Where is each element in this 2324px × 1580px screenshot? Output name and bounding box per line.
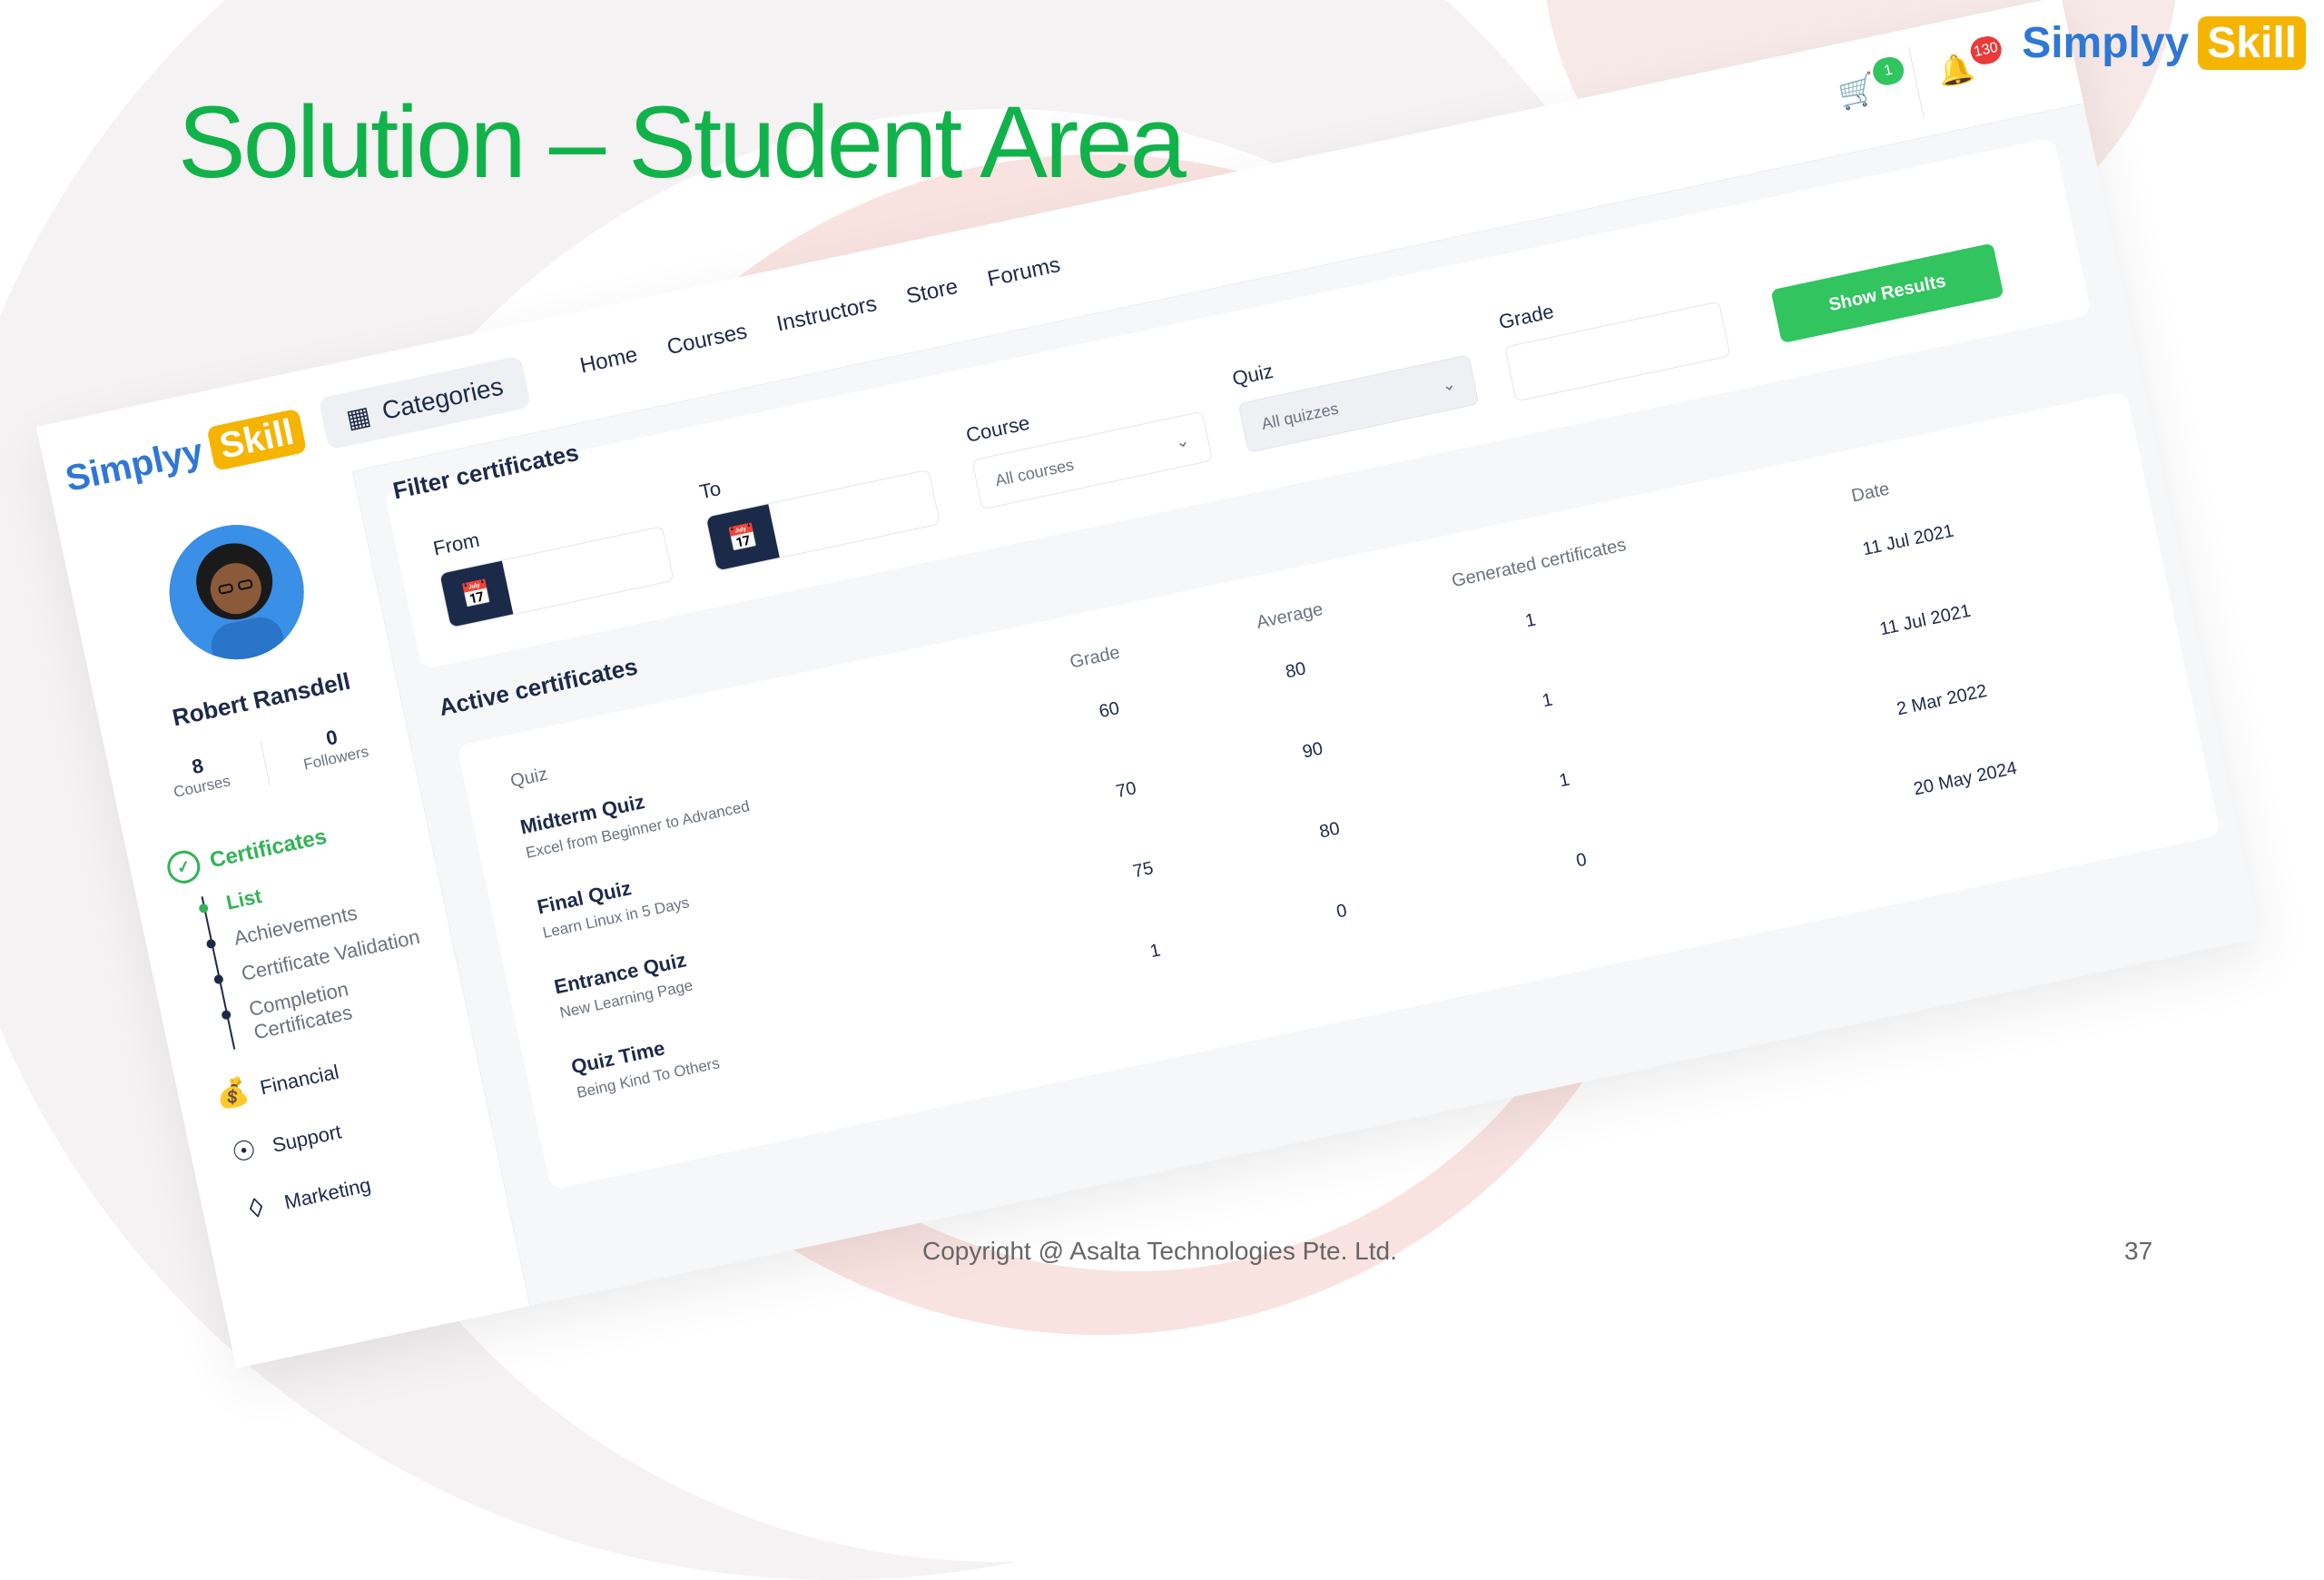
row-generated: 0: [1574, 849, 1589, 872]
nav-store[interactable]: Store: [904, 274, 960, 310]
page-number: 37: [2124, 1237, 2153, 1265]
financial-label: Financial: [258, 1060, 341, 1099]
nav-home[interactable]: Home: [577, 342, 639, 380]
sidebar-menu: ✓ Certificates List Achievements Certifi…: [164, 802, 492, 1228]
row-grade: 1: [1147, 940, 1163, 963]
from-label: From: [430, 528, 482, 560]
lifebuoy-icon: ☉: [229, 1134, 260, 1170]
chevron-down-icon: ⌄: [1173, 430, 1191, 451]
certificates-submenu: List Achievements Certificate Validation…: [201, 849, 456, 1050]
row-generated: 1: [1557, 769, 1572, 792]
nav-forums[interactable]: Forums: [985, 252, 1062, 292]
course-label: Course: [963, 410, 1032, 447]
row-average: 80: [1317, 818, 1342, 843]
brand-logo: Simplyy Skill: [2022, 16, 2306, 70]
app-logo-part1: Simplyy: [62, 431, 207, 499]
bell-icon: 🔔: [1935, 50, 1977, 90]
to-date-input[interactable]: 📅: [704, 469, 941, 572]
row-date: 11 Jul 2021: [1860, 520, 1956, 560]
badge-check-icon: ✓: [164, 847, 203, 887]
certificates-label: Certificates: [207, 824, 330, 874]
row-average: 0: [1334, 900, 1349, 923]
row-grade: 70: [1114, 778, 1138, 803]
row-generated: 1: [1523, 609, 1538, 632]
avatar-image: [156, 512, 317, 672]
calendar-icon[interactable]: 📅: [705, 504, 780, 571]
brand-logo-part2: Skill: [2198, 16, 2306, 70]
quiz-select-value: All quizzes: [1259, 399, 1341, 433]
grade-label: Grade: [1496, 300, 1556, 334]
topbar-divider: [1908, 46, 1925, 119]
row-date: 20 May 2024: [1912, 757, 2019, 800]
notifications-badge: 130: [1967, 34, 2004, 67]
course-select-value: All courses: [993, 455, 1076, 489]
discount-tag-icon: ◊: [246, 1192, 266, 1225]
marketing-label: Marketing: [281, 1172, 373, 1214]
followers-stat: 0 Followers: [297, 720, 371, 778]
stats-divider: [260, 741, 271, 786]
quiz-select[interactable]: All quizzes ⌄: [1237, 354, 1480, 454]
grid-icon: ▦: [343, 400, 373, 433]
categories-label: Categories: [379, 371, 506, 426]
calendar-icon[interactable]: 📅: [439, 560, 514, 627]
row-grade: 60: [1097, 698, 1122, 723]
header-average: Average: [1255, 599, 1325, 633]
row-average: 80: [1284, 658, 1308, 683]
notifications-button[interactable]: 🔔 130: [1935, 34, 2004, 90]
show-results-button[interactable]: Show Results: [1770, 242, 2004, 344]
header-quiz: Quiz: [508, 764, 550, 792]
slide-footer: Copyright @ Asalta Technologies Pte. Ltd…: [922, 1237, 1397, 1265]
brand-logo-part1: Simplyy: [2022, 19, 2190, 67]
cart-badge: 1: [1870, 54, 1906, 88]
nav-courses[interactable]: Courses: [665, 319, 749, 360]
cart-button[interactable]: 🛒 1: [1835, 54, 1906, 114]
categories-button[interactable]: ▦ Categories: [318, 355, 532, 450]
chevron-down-icon: ⌄: [1440, 373, 1458, 395]
header-generated: Generated certificates: [1450, 535, 1629, 592]
row-average: 90: [1300, 738, 1325, 763]
support-label: Support: [270, 1119, 344, 1157]
nav-instructors[interactable]: Instructors: [774, 291, 879, 338]
app-logo-part2: Skill: [206, 408, 307, 471]
row-date: 11 Jul 2021: [1877, 600, 1973, 640]
avatar[interactable]: [156, 512, 317, 672]
to-label: To: [697, 477, 724, 504]
active-certificates-title: Active certificates: [436, 652, 640, 722]
slide-title: Solution – Student Area: [178, 85, 1187, 199]
header-grade: Grade: [1068, 642, 1122, 673]
row-date: 2 Mar 2022: [1895, 680, 1989, 720]
row-grade: 75: [1131, 858, 1156, 883]
money-bag-icon: 💰: [212, 1075, 252, 1112]
header-date: Date: [1849, 479, 1892, 507]
cart-icon: 🛒: [1835, 70, 1880, 113]
row-generated: 1: [1540, 689, 1555, 712]
courses-stat: 8 Courses: [167, 749, 232, 805]
quiz-label: Quiz: [1230, 359, 1275, 390]
